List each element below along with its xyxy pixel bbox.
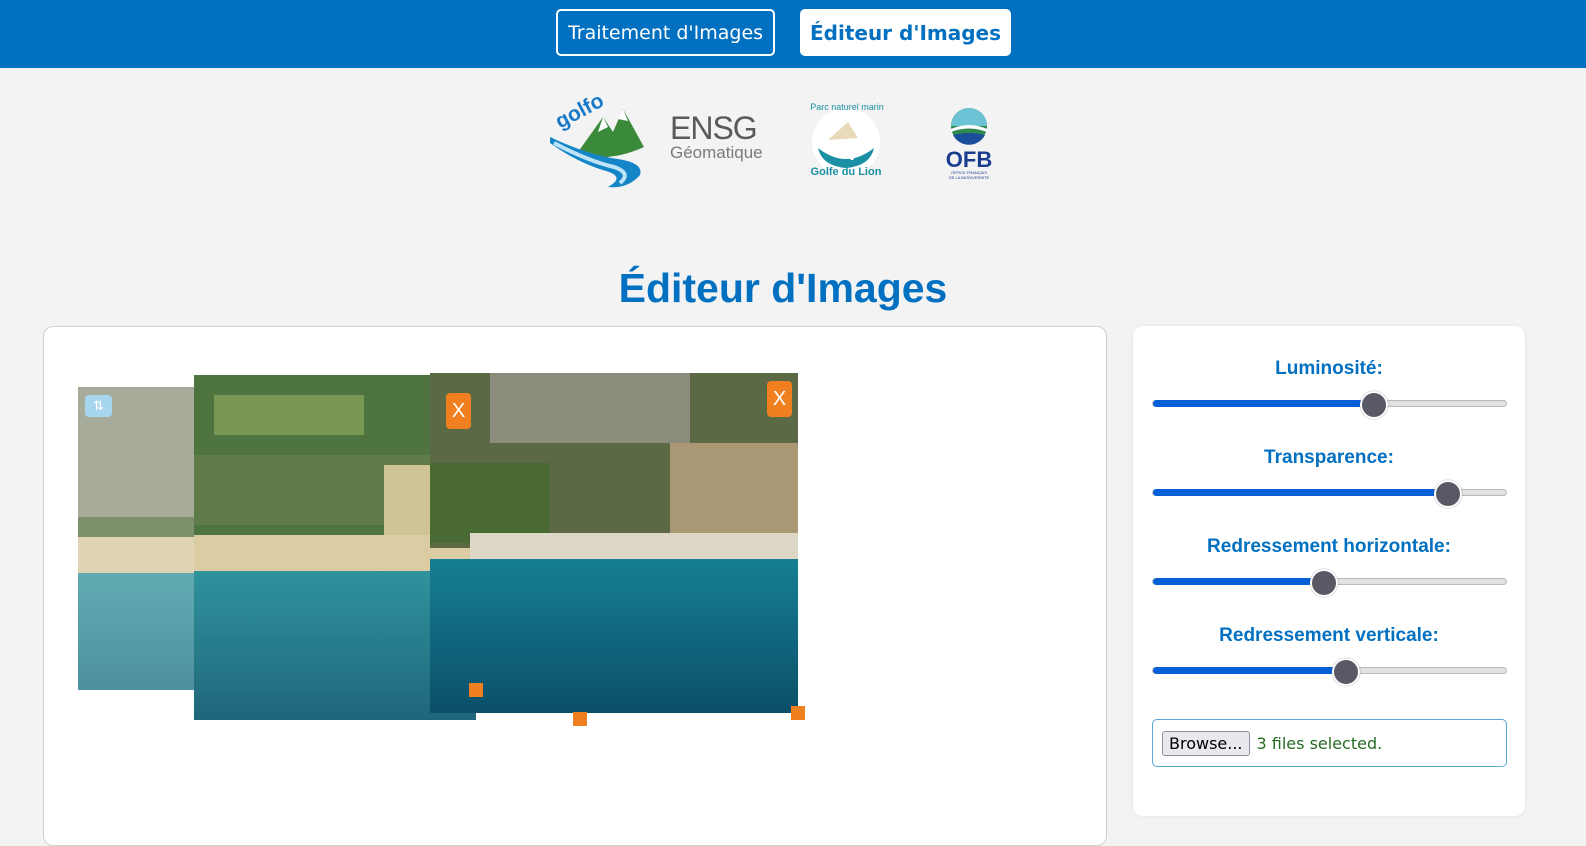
horizontal-straighten-label: Redressement horizontale:	[1207, 536, 1451, 557]
swap-layer-icon[interactable]: ⇅	[85, 395, 112, 417]
resize-handle-3[interactable]	[791, 706, 805, 720]
vertical-straighten-label: Redressement verticale:	[1219, 625, 1439, 646]
ofb-logo-line2: DE LA BIODIVERSITÉ	[948, 175, 990, 180]
transparency-slider-fill	[1153, 489, 1446, 496]
tab-image-processing[interactable]: Traitement d'Images	[556, 9, 775, 56]
page-title: Éditeur d'Images	[618, 265, 948, 311]
image-canvas-panel[interactable]: ⇅ X X	[43, 326, 1107, 846]
transparency-slider[interactable]	[1152, 480, 1507, 508]
brightness-slider-fill	[1153, 400, 1372, 407]
transparency-slider-thumb[interactable]	[1433, 480, 1462, 508]
ensg-logo: ENSG Géomatique	[670, 112, 774, 172]
brightness-label: Luminosité:	[1275, 358, 1383, 379]
adjustments-panel: Luminosité: Transparence: Redressement h…	[1133, 326, 1525, 816]
close-image-2-button[interactable]: X	[446, 393, 471, 429]
resize-handle-2[interactable]	[573, 712, 587, 726]
vertical-straighten-slider[interactable]	[1152, 658, 1507, 686]
browse-button[interactable]: Browse...	[1162, 730, 1250, 756]
resize-handle-1[interactable]	[469, 683, 483, 697]
close-image-3-button[interactable]: X	[767, 381, 792, 417]
parc-marin-logo-top: Parc naturel marin	[810, 102, 884, 112]
parc-marin-logo-bottom: Golfe du Lion	[810, 166, 882, 178]
ofb-logo: OFB OFFICE FRANÇAIS DE LA BIODIVERSITÉ	[938, 105, 1000, 180]
transparency-label: Transparence:	[1264, 447, 1394, 468]
vertical-straighten-slider-thumb[interactable]	[1331, 658, 1360, 686]
file-status-text: 3 files selected.	[1256, 733, 1383, 753]
parc-marin-logo: Parc naturel marin Golfe du Lion	[804, 100, 888, 184]
horizontal-straighten-slider-fill	[1153, 578, 1323, 585]
vertical-straighten-slider-fill	[1153, 667, 1344, 674]
brightness-slider[interactable]	[1152, 391, 1507, 419]
golfo-logo: golfo	[548, 89, 646, 189]
brightness-slider-thumb[interactable]	[1359, 391, 1388, 419]
ofb-logo-text: OFB	[945, 147, 993, 172]
file-input[interactable]: Browse... 3 files selected.	[1152, 719, 1507, 767]
ensg-logo-sub: Géomatique	[670, 143, 763, 162]
top-nav-bar: Traitement d'Images Éditeur d'Images	[0, 0, 1586, 68]
tab-image-editor[interactable]: Éditeur d'Images	[800, 9, 1011, 56]
ensg-logo-main: ENSG	[670, 110, 758, 146]
aerial-photo-3[interactable]	[430, 373, 798, 713]
horizontal-straighten-slider[interactable]	[1152, 569, 1507, 597]
horizontal-straighten-slider-thumb[interactable]	[1310, 569, 1339, 597]
